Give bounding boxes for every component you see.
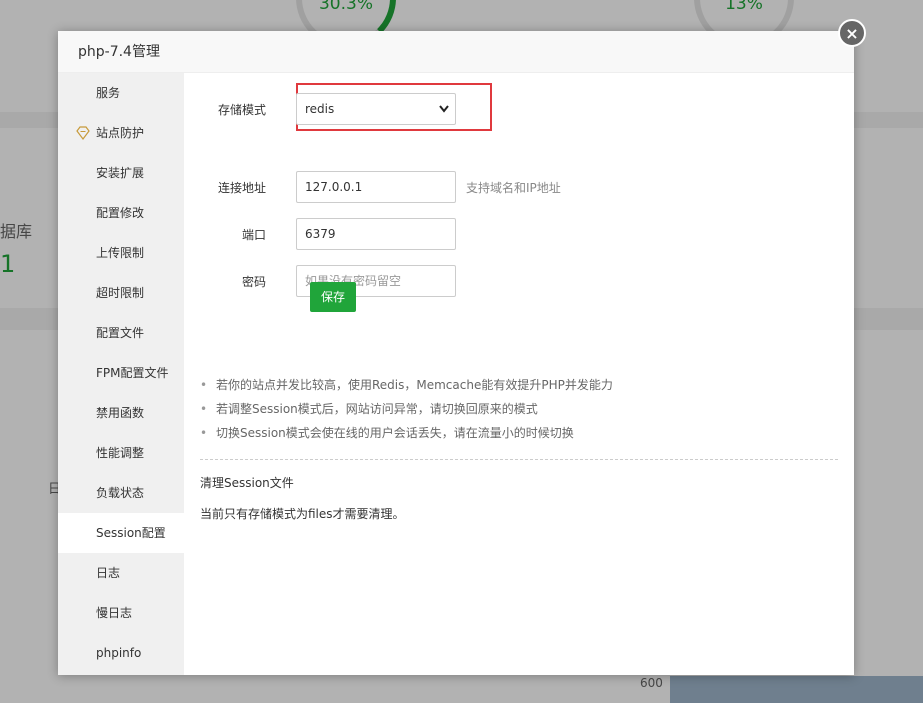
sidebar-item-label: FPM配置文件 — [96, 366, 169, 380]
sidebar-item-session-config[interactable]: Session配置 — [58, 513, 184, 553]
sidebar-item-label: 配置修改 — [96, 206, 145, 220]
sidebar-item-label: 配置文件 — [96, 326, 145, 340]
sidebar-item-label: 日志 — [96, 566, 121, 580]
sidebar-item-install-extension[interactable]: 安装扩展 — [58, 153, 184, 193]
sidebar-item-label: 慢日志 — [96, 606, 133, 620]
sidebar-item-label: Session配置 — [96, 526, 166, 540]
sidebar-item-performance[interactable]: 性能调整 — [58, 433, 184, 473]
address-label: 连接地址 — [217, 180, 266, 195]
sidebar-item-slow-log[interactable]: 慢日志 — [58, 593, 184, 633]
chevron-down-icon — [439, 94, 449, 137]
sidebar-item-phpinfo[interactable]: phpinfo — [58, 633, 184, 673]
sidebar-item-label: 上传限制 — [96, 246, 145, 260]
sidebar: 服务 站点防护 安装扩展 配置修改 上传限制 超时限制 配置文件 FPM配置文件… — [58, 73, 184, 675]
sidebar-item-disabled-functions[interactable]: 禁用函数 — [58, 393, 184, 433]
clean-session-title: 清理Session文件 — [200, 476, 294, 490]
port-row: 端口 6379 — [200, 218, 456, 250]
php-manager-modal: php-7.4管理 × 服务 站点防护 安装扩展 配置修改 上传限制 超时限制 … — [58, 19, 866, 675]
sidebar-item-label: 站点防护 — [96, 126, 145, 140]
sidebar-item-config-file[interactable]: 配置文件 — [58, 313, 184, 353]
sidebar-item-label: 性能调整 — [96, 446, 145, 460]
port-label: 端口 — [241, 227, 266, 242]
close-icon: × — [845, 23, 859, 43]
sidebar-item-upload-limit[interactable]: 上传限制 — [58, 233, 184, 273]
sidebar-item-site-protection[interactable]: 站点防护 — [58, 113, 184, 153]
sidebar-item-timeout-limit[interactable]: 超时限制 — [58, 273, 184, 313]
port-input[interactable]: 6379 — [296, 218, 456, 250]
sidebar-item-label: 超时限制 — [96, 286, 145, 300]
modal-title: php-7.4管理 — [78, 44, 160, 60]
sidebar-item-label: 负载状态 — [96, 486, 145, 500]
storage-mode-label: 存储模式 — [217, 102, 266, 117]
tip-item: 若调整Session模式后，网站访问异常，请切换回原来的模式 — [200, 397, 613, 421]
sidebar-item-fpm-config[interactable]: FPM配置文件 — [58, 353, 184, 393]
address-input[interactable]: 127.0.0.1 — [296, 171, 456, 203]
sidebar-item-label: 禁用函数 — [96, 406, 145, 420]
tip-item: 切换Session模式会使在线的用户会话丢失，请在流量小的时候切换 — [200, 421, 613, 445]
diamond-icon — [76, 126, 90, 140]
sidebar-item-label: 安装扩展 — [96, 166, 145, 180]
section-divider — [200, 459, 838, 460]
sidebar-item-log[interactable]: 日志 — [58, 553, 184, 593]
tip-item: 若你的站点并发比较高，使用Redis，Memcache能有效提升PHP并发能力 — [200, 373, 613, 397]
sidebar-item-label: 服务 — [96, 86, 121, 100]
modal-header: php-7.4管理 — [58, 31, 854, 73]
save-button[interactable]: 保存 — [310, 282, 356, 312]
storage-mode-select[interactable]: redis — [296, 93, 456, 125]
close-button[interactable]: × — [838, 19, 866, 47]
sidebar-item-label: phpinfo — [96, 646, 142, 660]
session-config-panel: 存储模式 redis 连接地址 127.0.0.1 支持域名和IP地址 端口 6… — [184, 73, 854, 675]
storage-mode-value: redis — [305, 102, 335, 116]
sidebar-item-config-edit[interactable]: 配置修改 — [58, 193, 184, 233]
clean-session-note: 当前只有存储模式为files才需要清理。 — [200, 507, 405, 521]
storage-mode-row: 存储模式 redis — [200, 93, 456, 125]
tips-list: 若你的站点并发比较高，使用Redis，Memcache能有效提升PHP并发能力 … — [200, 373, 613, 445]
sidebar-item-load-status[interactable]: 负载状态 — [58, 473, 184, 513]
password-label: 密码 — [241, 274, 266, 289]
address-hint: 支持域名和IP地址 — [466, 180, 561, 195]
address-row: 连接地址 127.0.0.1 支持域名和IP地址 — [200, 171, 561, 203]
sidebar-item-service[interactable]: 服务 — [58, 73, 184, 113]
